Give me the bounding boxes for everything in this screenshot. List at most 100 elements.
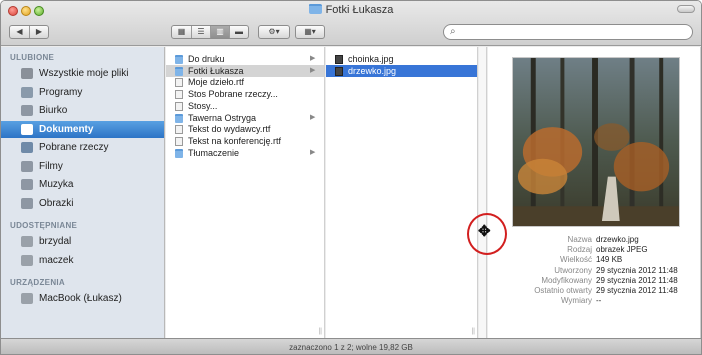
folder-icon <box>175 148 183 158</box>
meta-label: Nazwa <box>567 235 592 244</box>
laptop-icon <box>21 293 33 304</box>
file-name: Tawerna Ostryga <box>188 112 257 123</box>
coverflow-view-button[interactable]: ▬ <box>229 26 248 38</box>
search-field[interactable]: ⌕ <box>443 24 693 40</box>
icon-view-button[interactable]: ▦ <box>172 26 191 38</box>
image-file-icon <box>335 66 343 76</box>
file-row[interactable]: Stos Pobrane rzeczy... <box>166 88 324 100</box>
shared-computer-icon <box>21 236 33 247</box>
file-name: Moje dzieło.rtf <box>188 77 245 88</box>
disclosure-arrow-icon: ▶ <box>310 66 316 74</box>
file-row[interactable]: Tłumaczenie ▶ <box>166 147 324 159</box>
sidebar-item-label: Pobrane rzeczy <box>39 142 109 153</box>
folder-icon <box>308 4 322 14</box>
resize-cursor-icon: ✥ <box>478 223 491 240</box>
sidebar-item-label: Wszystkie moje pliki <box>39 68 129 79</box>
sidebar-item-movies[interactable]: Filmy <box>1 158 164 175</box>
sidebar-item-label: Programy <box>39 86 83 98</box>
sidebar-item-laptop[interactable]: MacBook (Łukasz) <box>1 290 164 307</box>
sidebar-item-shared-computer[interactable]: brzydal <box>1 233 164 250</box>
file-row[interactable]: Tekst na konferencję.rtf <box>166 135 324 147</box>
file-name: drzewko.jpg <box>348 65 397 76</box>
sidebar-item-pictures[interactable]: Obrazki <box>1 195 164 212</box>
column-resize-handle[interactable]: || <box>471 328 475 335</box>
action-menu-button[interactable]: ⚙▾ <box>258 25 290 39</box>
document-icon <box>175 125 183 135</box>
file-row[interactable]: Do druku ▶ <box>166 53 324 65</box>
downloads-icon <box>21 142 33 153</box>
sidebar-item-applications[interactable]: Programy <box>1 84 164 101</box>
window-title-text: Fotki Łukasza <box>325 4 394 16</box>
file-row[interactable]: Tekst do wydawcy.rtf <box>166 123 324 135</box>
meta-value: 29 stycznia 2012 11:48 <box>596 265 678 275</box>
meta-label: Ostatnio otwarty <box>534 286 592 295</box>
column-fotki[interactable]: || choinka.jpg drzewko.jpg <box>326 47 478 338</box>
sidebar-item-label: Muzyka <box>39 179 74 190</box>
finder-window: Fotki Łukasza ◀ ▶ ▦ ☰ ▥ ▬ ⚙▾ ▦▾ ⌕ ULUBIONE Ws… <box>0 0 702 355</box>
desktop-icon <box>21 105 33 116</box>
meta-label: Rodzaj <box>567 245 592 255</box>
status-bar: zaznaczono 1 z 2; wolne 19,82 GB <box>1 338 701 354</box>
disclosure-arrow-icon: ▶ <box>310 113 316 121</box>
sidebar-item-desktop[interactable]: Biurko <box>1 102 164 119</box>
applications-icon <box>21 86 33 98</box>
folder-icon <box>175 55 183 64</box>
all-files-icon <box>21 68 33 79</box>
search-icon: ⌕ <box>450 26 456 37</box>
meta-value: 29 stycznia 2012 11:48 <box>596 275 678 285</box>
image-file-icon <box>335 55 343 64</box>
sidebar-item-label: Dokumenty <box>39 123 94 135</box>
titlebar: Fotki Łukasza ◀ ▶ ▦ ☰ ▥ ▬ ⚙▾ ▦▾ ⌕ <box>1 1 701 46</box>
meta-label: Wielkość <box>559 255 592 265</box>
file-name: Do druku <box>188 54 225 64</box>
meta-value: obrazek JPEG <box>596 245 648 255</box>
file-row[interactable]: Moje dzieło.rtf <box>166 76 324 88</box>
meta-label: Utworzony <box>554 265 592 275</box>
forward-button[interactable]: ▶ <box>29 26 48 38</box>
sidebar-item-label: MacBook (Łukasz) <box>39 293 122 304</box>
sidebar-item-label: maczek <box>39 254 74 266</box>
file-name: Stosy... <box>188 100 218 111</box>
meta-value: drzewko.jpg <box>596 235 639 244</box>
sidebar-item-label: Filmy <box>39 160 63 172</box>
file-row[interactable]: Fotki Łukasza ▶ <box>166 64 324 77</box>
meta-label: Wymiary <box>560 296 592 306</box>
view-mode-buttons: ▦ ☰ ▥ ▬ <box>171 25 249 39</box>
shared-computer-icon <box>21 254 33 266</box>
sidebar-section-header: URZĄDZENIA <box>10 278 65 287</box>
folder-icon <box>175 113 183 123</box>
sidebar-item-downloads[interactable]: Pobrane rzeczy <box>1 139 164 156</box>
sidebar-item-shared-computer[interactable]: maczek <box>1 252 164 269</box>
column-documents[interactable]: || Do druku ▶ Fotki Łukasza ▶ Moje dzieło.rt… <box>166 47 325 338</box>
sidebar-item-label: Obrazki <box>39 197 74 209</box>
file-name: Tłumaczenie <box>188 147 240 158</box>
sidebar-section-header: ULUBIONE <box>10 53 55 62</box>
arrange-menu-button[interactable]: ▦▾ <box>295 25 325 39</box>
file-name: Stos Pobrane rzeczy... <box>188 89 278 100</box>
pictures-icon <box>21 197 33 209</box>
sidebar-item-all-files[interactable]: Wszystkie moje pliki <box>1 65 164 82</box>
file-row[interactable]: choinka.jpg <box>326 53 477 65</box>
folder-icon <box>175 66 183 76</box>
movies-icon <box>21 160 33 172</box>
sidebar-item-label: Biurko <box>39 105 68 116</box>
column-divider[interactable] <box>479 47 487 338</box>
file-row[interactable]: Stosy... <box>166 100 324 112</box>
file-row[interactable]: drzewko.jpg <box>326 64 477 77</box>
sidebar-item-documents[interactable]: Dokumenty <box>1 120 164 138</box>
window-title: Fotki Łukasza <box>1 4 701 16</box>
file-row[interactable]: Tawerna Ostryga ▶ <box>166 112 324 124</box>
toolbar-toggle-button[interactable] <box>677 5 695 13</box>
sidebar-item-music[interactable]: Muzyka <box>1 176 164 193</box>
document-icon <box>175 90 183 100</box>
column-resize-handle[interactable]: || <box>318 328 322 335</box>
file-name: choinka.jpg <box>348 54 394 64</box>
file-name: Fotki Łukasza <box>188 65 244 76</box>
back-forward-buttons: ◀ ▶ <box>9 25 49 39</box>
column-view-button[interactable]: ▥ <box>210 26 229 38</box>
document-icon <box>175 78 183 88</box>
disclosure-arrow-icon: ▶ <box>310 55 316 62</box>
list-view-button[interactable]: ☰ <box>191 26 210 38</box>
meta-value: 29 stycznia 2012 11:48 <box>596 286 678 295</box>
back-button[interactable]: ◀ <box>10 26 29 38</box>
